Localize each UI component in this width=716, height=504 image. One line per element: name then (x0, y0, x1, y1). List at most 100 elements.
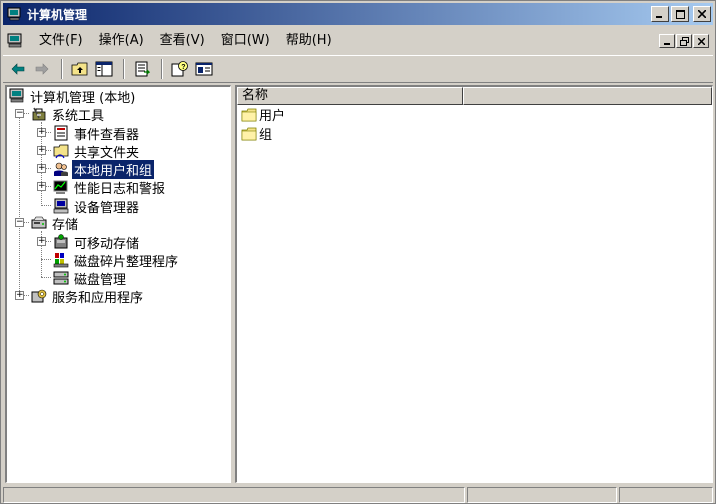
maximize-button[interactable] (671, 6, 689, 22)
child-restore-button[interactable] (676, 34, 692, 48)
device-manager-icon (53, 198, 69, 214)
folder-icon (241, 108, 257, 121)
document-icon[interactable] (7, 33, 25, 49)
list-item-users[interactable]: 用户 (237, 105, 712, 124)
status-panel (619, 487, 713, 503)
tree-label: 磁盘碎片整理程序 (74, 254, 179, 270)
help-icon: ? (171, 61, 188, 77)
tree-connector (41, 259, 51, 260)
child-close-button[interactable] (693, 34, 709, 48)
close-icon (697, 37, 705, 45)
tree-connector (41, 277, 51, 278)
disk-management-icon (53, 271, 69, 285)
list-header: 名称 (237, 87, 712, 105)
shared-folder-icon (53, 144, 69, 159)
tree-connector (41, 205, 51, 206)
tree-item-event-viewer[interactable]: 事件查看器 (53, 124, 141, 143)
status-bar (3, 487, 713, 504)
storage-icon (31, 216, 47, 229)
minimize-icon (656, 16, 662, 18)
collapse-toggle[interactable]: − (15, 109, 24, 118)
tree-label: 存储 (52, 217, 79, 233)
forward-button[interactable] (31, 58, 53, 80)
minimize-button[interactable] (651, 6, 669, 22)
expand-toggle[interactable]: + (37, 128, 46, 137)
toolbox-icon (32, 107, 46, 121)
expand-toggle[interactable]: + (37, 146, 46, 155)
removable-storage-icon (54, 234, 68, 249)
expand-toggle[interactable]: + (37, 164, 46, 173)
menu-bar: 文件(F) 操作(A) 查看(V) 窗口(W) 帮助(H) (3, 29, 713, 53)
tree-connector (19, 109, 20, 295)
computer-management-window: 计算机管理 文件(F) 操作(A) 查看(V) 窗口(W) 帮助(H) ? 计算… (0, 0, 716, 504)
child-minimize-button[interactable] (659, 34, 675, 48)
tree-item-storage[interactable]: 存储 (31, 214, 80, 233)
defragmenter-icon (53, 253, 69, 268)
expand-toggle[interactable]: + (15, 291, 24, 300)
back-arrow-icon (11, 63, 25, 75)
window-title: 计算机管理 (27, 7, 88, 22)
menu-help[interactable]: 帮助(H) (278, 31, 340, 51)
view-button[interactable] (193, 58, 215, 80)
expand-toggle[interactable]: + (37, 237, 46, 246)
close-icon (698, 10, 706, 18)
tree-item-computer-management[interactable]: 计算机管理 (本地) (9, 87, 137, 106)
column-header-name[interactable]: 名称 (237, 87, 463, 105)
forward-arrow-icon (35, 63, 49, 75)
users-icon (54, 162, 68, 176)
tree-label: 性能日志和警报 (74, 181, 166, 197)
export-list-button[interactable] (131, 58, 153, 80)
tree-item-removable-storage[interactable]: 可移动存储 (53, 233, 141, 252)
svg-text:?: ? (181, 64, 185, 71)
status-panel (467, 487, 617, 503)
toolbar: ? (3, 55, 713, 83)
tree-label: 系统工具 (52, 108, 105, 124)
tree-item-device-manager[interactable]: 设备管理器 (53, 197, 141, 216)
collapse-toggle[interactable]: − (15, 218, 24, 227)
expand-toggle[interactable]: + (37, 182, 46, 191)
help-button[interactable]: ? (169, 58, 191, 80)
close-button[interactable] (693, 6, 711, 22)
tree-item-services-applications[interactable]: 服务和应用程序 (31, 287, 145, 306)
menu-action[interactable]: 操作(A) (91, 31, 152, 51)
export-list-icon (135, 61, 150, 77)
event-viewer-icon (54, 125, 68, 141)
tree-item-system-tools[interactable]: 系统工具 (31, 105, 106, 124)
tree-label: 本地用户和组 (72, 159, 155, 179)
menu-file[interactable]: 文件(F) (31, 31, 91, 51)
tree-item-disk-defragmenter[interactable]: 磁盘碎片整理程序 (53, 251, 180, 270)
tree-label: 服务和应用程序 (52, 290, 144, 306)
status-panel (3, 487, 465, 503)
restore-icon (679, 36, 689, 46)
tree-item-disk-management[interactable]: 磁盘管理 (53, 269, 128, 288)
view-icon (195, 62, 213, 76)
tree-label: 共享文件夹 (74, 145, 140, 161)
toolbar-separator (123, 59, 125, 79)
show-hide-tree-icon (95, 61, 113, 77)
folder-icon (241, 127, 257, 140)
console-tree-pane[interactable]: 计算机管理 (本地) − 系统工具 + 事件查看器 + 共享文件夹 + 本地用户… (5, 85, 231, 483)
list-item-groups[interactable]: 组 (237, 124, 712, 143)
tree-label: 可移动存储 (74, 236, 140, 252)
computer-icon (9, 88, 24, 103)
tree-label: 事件查看器 (74, 127, 140, 143)
up-one-level-button[interactable] (69, 58, 91, 80)
menu-view[interactable]: 查看(V) (152, 31, 213, 51)
tree-item-performance-logs[interactable]: 性能日志和警报 (53, 178, 167, 197)
title-bar[interactable]: 计算机管理 (3, 3, 713, 25)
tree-item-shared-folders[interactable]: 共享文件夹 (53, 142, 141, 161)
details-pane[interactable]: 名称 用户 组 (235, 85, 713, 483)
computer-management-icon (7, 7, 21, 21)
tree-item-local-users-groups[interactable]: 本地用户和组 (53, 159, 155, 179)
menu-window[interactable]: 窗口(W) (213, 31, 278, 51)
tree-label: 设备管理器 (74, 200, 140, 216)
tree-label: 计算机管理 (本地) (30, 90, 136, 106)
tree-label: 磁盘管理 (74, 272, 127, 288)
column-header-empty[interactable] (463, 87, 712, 105)
back-button[interactable] (7, 58, 29, 80)
maximize-icon (675, 9, 685, 19)
services-icon (31, 289, 47, 303)
list-item-label: 用户 (259, 109, 286, 124)
up-folder-icon (71, 62, 88, 76)
show-hide-tree-button[interactable] (93, 58, 115, 80)
